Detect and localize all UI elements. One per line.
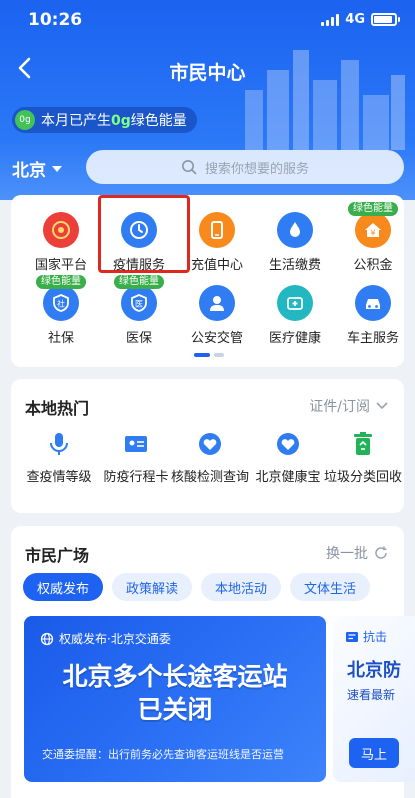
page-indicator — [194, 353, 224, 357]
network-type: 4G — [345, 12, 365, 27]
id-card-icon — [125, 436, 147, 452]
chevron-down-icon — [376, 402, 388, 410]
hot-item-nucleic-test[interactable]: 核酸检测查询 — [171, 431, 249, 487]
local-hot-title: 本地热门 — [25, 399, 90, 418]
certificates-subscription-link[interactable]: 证件/订阅 — [309, 396, 388, 416]
clock-refresh-icon — [121, 212, 157, 248]
local-hot-card: 本地热门 证件/订阅 查疫情等级 防疫行程卡 核酸检测查询 北京健康宝 垃圾分类… — [11, 379, 404, 513]
microphone-icon — [50, 433, 68, 455]
banner-footer: 交通委提醒：出行前务必先查询客运班线是否运营 — [42, 748, 284, 761]
svg-text:医: 医 — [135, 300, 143, 309]
news-icon — [346, 631, 358, 642]
police-icon — [199, 285, 235, 321]
tab-local-activities[interactable]: 本地活动 — [201, 573, 282, 601]
tab-culture-sports[interactable]: 文体生活 — [290, 573, 371, 601]
plaza-title: 市民广场 — [25, 546, 90, 565]
banner2-tag: 抗击 — [345, 628, 387, 645]
caret-down-icon — [52, 165, 62, 172]
water-drop-icon — [277, 212, 313, 248]
service-recharge[interactable]: 充值中心 — [178, 212, 256, 273]
city-skyline-decoration — [245, 50, 405, 150]
svg-text:¥: ¥ — [370, 229, 375, 238]
search-input[interactable]: 搜索你想要的服务 — [86, 150, 404, 184]
banner-tag: 权威发布·北京交通委 — [40, 630, 171, 647]
national-emblem-icon — [43, 212, 79, 248]
banner2-button[interactable]: 马上 — [349, 738, 400, 768]
refresh-button[interactable]: 换一批 — [326, 543, 388, 563]
service-social-security[interactable]: 绿色能量 社 社保 — [22, 275, 100, 346]
service-housing-fund[interactable]: 绿色能量 ¥ 公积金 — [334, 202, 412, 273]
city-name: 北京 — [12, 161, 46, 181]
hot-item-epidemic-level[interactable]: 查疫情等级 — [20, 431, 98, 487]
news-banner[interactable]: 权威发布·北京交通委 北京多个长途客运站 已关闭 交通委提醒：出行前务必先查询客… — [24, 616, 326, 782]
green-energy-badge: 绿色能量 — [348, 202, 398, 216]
service-epidemic[interactable]: 疫情服务 — [100, 212, 178, 273]
citizen-plaza-card: 市民广场 换一批 权威发布 政策解读 本地活动 文体生活 权威发布·北京交通委 … — [11, 526, 415, 798]
hot-item-health-kit[interactable]: 北京健康宝 — [249, 431, 327, 487]
battery-icon — [371, 13, 400, 26]
globe-icon — [40, 632, 54, 645]
green-energy-badge: 绿色能量 — [36, 275, 86, 289]
header: 10:26 4G 市民中心 0g 本月已产生0g绿色能量 北京 搜索你想要的服务 — [0, 0, 415, 200]
green-energy-badge: 绿色能量 — [114, 275, 164, 289]
heart-plus-icon — [277, 433, 299, 455]
status-indicators: 4G — [321, 12, 400, 27]
shield-she-icon: 绿色能量 社 — [36, 275, 86, 321]
svg-text:社: 社 — [57, 299, 65, 309]
banner2-headline: 北京防 — [347, 660, 401, 681]
location-search-row: 北京 搜索你想要的服务 — [0, 148, 415, 188]
heart-plus-icon — [199, 433, 221, 455]
service-utility-payment[interactable]: 生活缴费 — [256, 212, 334, 273]
tab-authority-release[interactable]: 权威发布 — [23, 573, 104, 601]
shield-yi-icon: 绿色能量 医 — [114, 275, 164, 321]
hot-item-garbage-recycle[interactable]: 垃圾分类回收 — [324, 431, 402, 487]
status-bar: 10:26 4G — [0, 0, 415, 40]
service-medical-insurance[interactable]: 绿色能量 医 医保 — [100, 275, 178, 346]
banner2-subtitle: 速看最新 — [347, 688, 396, 702]
green-energy-banner[interactable]: 0g 本月已产生0g绿色能量 — [12, 107, 197, 133]
refresh-icon — [375, 546, 387, 559]
search-placeholder: 搜索你想要的服务 — [204, 161, 309, 177]
search-icon — [181, 160, 197, 175]
service-police-traffic[interactable]: 公安交管 — [178, 285, 256, 346]
energy-text: 本月已产生0g绿色能量 — [41, 113, 187, 129]
status-time: 10:26 — [28, 10, 83, 30]
service-healthcare[interactable]: 医疗健康 — [256, 285, 334, 346]
phone-icon — [199, 212, 235, 248]
medical-kit-icon — [277, 285, 313, 321]
car-icon — [355, 285, 391, 321]
house-yuan-icon: 绿色能量 ¥ — [348, 202, 398, 248]
service-car-owner[interactable]: 车主服务 — [334, 285, 412, 346]
services-card: 国家平台 疫情服务 充值中心 生活缴费 绿色能量 ¥ 公积金 绿色能量 社 社保 — [11, 195, 404, 367]
service-national-platform[interactable]: 国家平台 — [22, 212, 100, 273]
signal-icon — [321, 13, 340, 26]
energy-leaf-icon: 0g — [15, 110, 35, 130]
page-title: 市民中心 — [169, 62, 246, 84]
city-selector[interactable]: 北京 — [12, 156, 62, 181]
banner-headline: 北京多个长途客运站 已关闭 — [62, 662, 288, 724]
plaza-tabs: 权威发布 政策解读 本地活动 文体生活 — [23, 573, 371, 601]
trash-recycle-icon — [354, 432, 372, 455]
hot-item-travel-card[interactable]: 防疫行程卡 — [97, 431, 175, 487]
news-banner-2[interactable]: 抗击 北京防 速看最新 马上 — [333, 616, 415, 782]
tab-policy-interpretation[interactable]: 政策解读 — [112, 573, 193, 601]
